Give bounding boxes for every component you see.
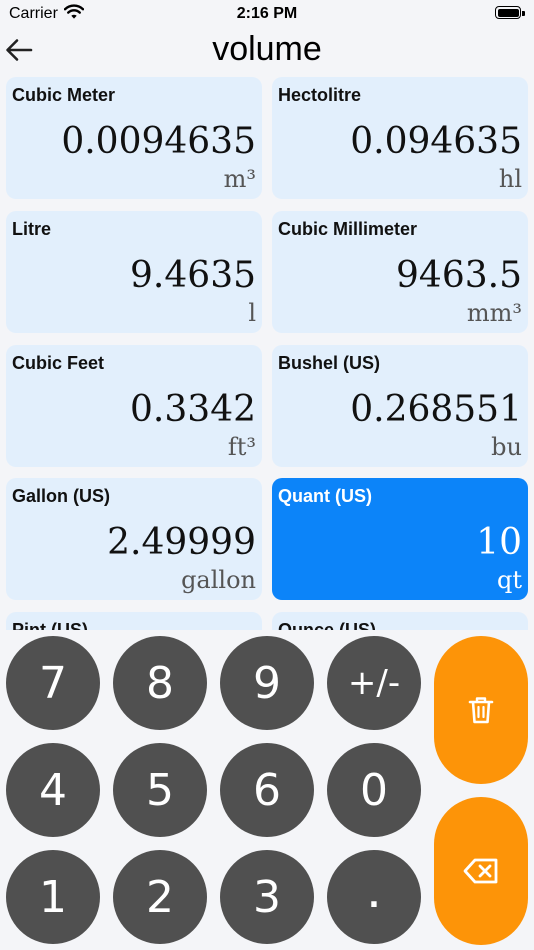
unit-value: 0.0094635: [61, 121, 256, 162]
plus-minus-key[interactable]: +/-: [327, 636, 421, 730]
unit-card-quant-us-selected[interactable]: Quant (US) 10 qt: [272, 478, 528, 600]
unit-card-cubic-meter[interactable]: Cubic Meter 0.0094635 m³: [6, 77, 262, 199]
unit-symbol: hl: [498, 165, 522, 193]
unit-card-bushel-us[interactable]: Bushel (US) 0.268551 bu: [272, 345, 528, 467]
key-7[interactable]: 7: [6, 636, 100, 730]
unit-card-cubic-feet[interactable]: Cubic Feet 0.3342 ft³: [6, 345, 262, 467]
unit-label: Cubic Millimeter: [278, 219, 418, 239]
backspace-icon: [463, 858, 498, 884]
key-5[interactable]: 5: [113, 743, 207, 837]
page-title: volume: [212, 30, 322, 68]
unit-symbol: m³: [223, 165, 256, 193]
unit-symbol: gallon: [181, 566, 256, 594]
unit-symbol: bu: [491, 433, 522, 461]
unit-label: Bushel (US): [278, 353, 381, 373]
key-6[interactable]: 6: [220, 743, 314, 837]
key-8[interactable]: 8: [113, 636, 207, 730]
unit-symbol: ft³: [227, 433, 256, 461]
key-2[interactable]: 2: [113, 850, 207, 944]
unit-label: Cubic Meter: [12, 85, 116, 105]
unit-label: Cubic Feet: [12, 353, 105, 373]
unit-value: 9.4635: [130, 255, 256, 296]
backspace-button[interactable]: [434, 797, 528, 945]
unit-symbol: mm³: [466, 299, 522, 327]
unit-label: Gallon (US): [12, 486, 110, 506]
clear-button[interactable]: [434, 636, 528, 784]
unit-label: Litre: [12, 219, 52, 239]
unit-symbol: l: [248, 299, 256, 327]
unit-card-litre[interactable]: Litre 9.4635 l: [6, 211, 262, 333]
unit-symbol: qt: [496, 566, 522, 594]
unit-label: Hectolitre: [278, 85, 362, 105]
unit-card-cubic-millimeter[interactable]: Cubic Millimeter 9463.5 mm³: [272, 211, 528, 333]
battery-icon: [495, 6, 525, 20]
key-3[interactable]: 3: [220, 850, 314, 944]
unit-card-pint-us[interactable]: Pint (US): [6, 612, 262, 630]
key-9[interactable]: 9: [220, 636, 314, 730]
unit-grid[interactable]: Cubic Meter 0.0094635 m³ Hectolitre 0.09…: [0, 77, 534, 630]
key-0[interactable]: 0: [327, 743, 421, 837]
key-1[interactable]: 1: [6, 850, 100, 944]
unit-card-ounce-us[interactable]: Ounce (US): [272, 612, 528, 630]
trash-icon: [468, 697, 494, 724]
unit-label: Quant (US): [278, 486, 372, 506]
unit-value: 2.49999: [107, 522, 256, 563]
keypad: 7 8 9 +/- 4 5 6 0 1 2 3 .: [0, 630, 534, 950]
unit-label: Ounce (US): [278, 620, 377, 630]
unit-card-gallon-us[interactable]: Gallon (US) 2.49999 gallon: [6, 478, 262, 600]
unit-value: 10: [476, 522, 522, 563]
unit-label: Pint (US): [12, 620, 88, 630]
unit-value: 9463.5: [396, 255, 522, 296]
decimal-key[interactable]: .: [327, 850, 421, 944]
clock: 2:16 PM: [236, 5, 298, 22]
unit-value: 0.094635: [350, 121, 522, 162]
status-bar: Carrier 2:16 PM: [0, 0, 534, 28]
key-4[interactable]: 4: [6, 743, 100, 837]
unit-card-hectolitre[interactable]: Hectolitre 0.094635 hl: [272, 77, 528, 199]
unit-value: 0.3342: [130, 389, 256, 430]
unit-value: 0.268551: [350, 389, 522, 430]
